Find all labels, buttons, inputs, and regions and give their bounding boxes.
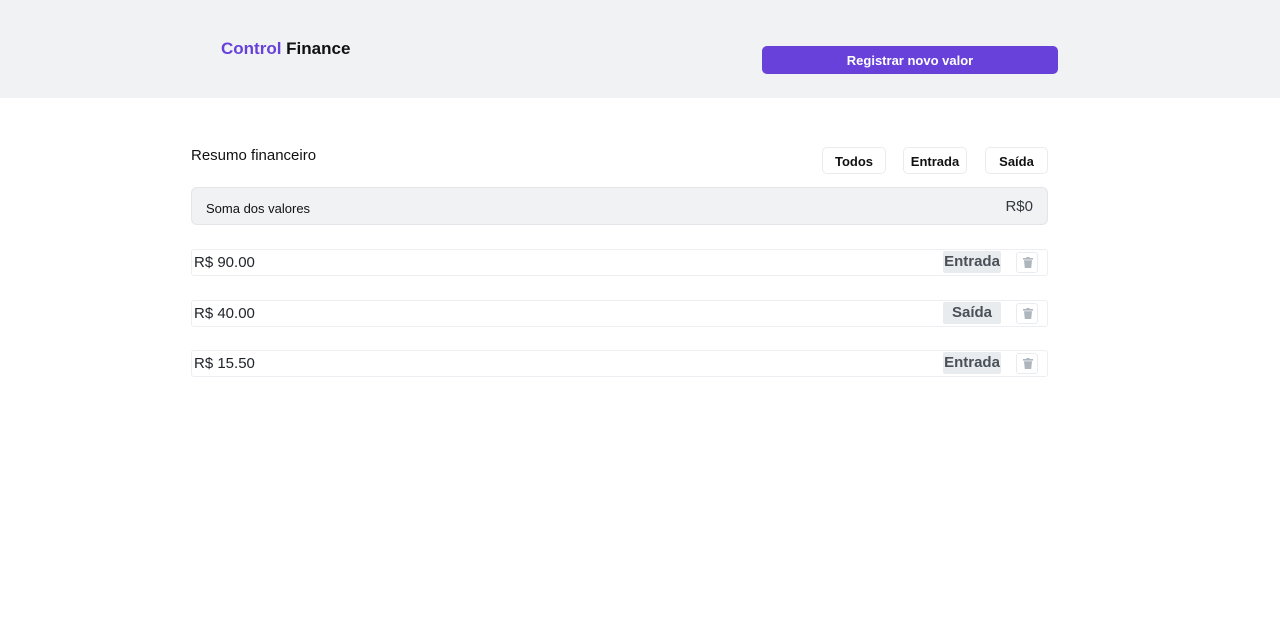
sum-label: Soma dos valores (206, 201, 311, 216)
trash-icon (1023, 257, 1033, 268)
entry-row: R$ 40.00 Saída (191, 300, 1048, 327)
entry-type-badge: Entrada (943, 251, 1001, 273)
filter-income-button[interactable]: Entrada (903, 147, 967, 174)
summary-title: Resumo financeiro (191, 147, 317, 164)
delete-entry-button[interactable] (1016, 353, 1038, 374)
logo-accent: Control (221, 39, 282, 58)
trash-icon (1023, 358, 1033, 369)
entry-type-badge: Saída (943, 302, 1001, 324)
delete-entry-button[interactable] (1016, 303, 1038, 324)
filter-all-button[interactable]: Todos (822, 147, 886, 174)
entry-row: R$ 15.50 Entrada (191, 350, 1048, 377)
trash-icon (1023, 308, 1033, 319)
entry-type-badge: Entrada (943, 352, 1001, 374)
sum-value: R$0 (1005, 198, 1033, 215)
entry-value: R$ 90.00 (194, 254, 255, 271)
sum-panel: Soma dos valores R$0 (191, 187, 1048, 225)
app-header: Control Finance Registrar novo valor (0, 0, 1280, 98)
filter-expense-button[interactable]: Saída (985, 147, 1048, 174)
entry-value: R$ 40.00 (194, 305, 255, 322)
logo-text: Finance (286, 39, 351, 58)
register-new-value-button[interactable]: Registrar novo valor (762, 46, 1058, 74)
delete-entry-button[interactable] (1016, 252, 1038, 273)
entry-value: R$ 15.50 (194, 355, 255, 372)
entry-row: R$ 90.00 Entrada (191, 249, 1048, 276)
app-logo: Control Finance (221, 39, 350, 59)
